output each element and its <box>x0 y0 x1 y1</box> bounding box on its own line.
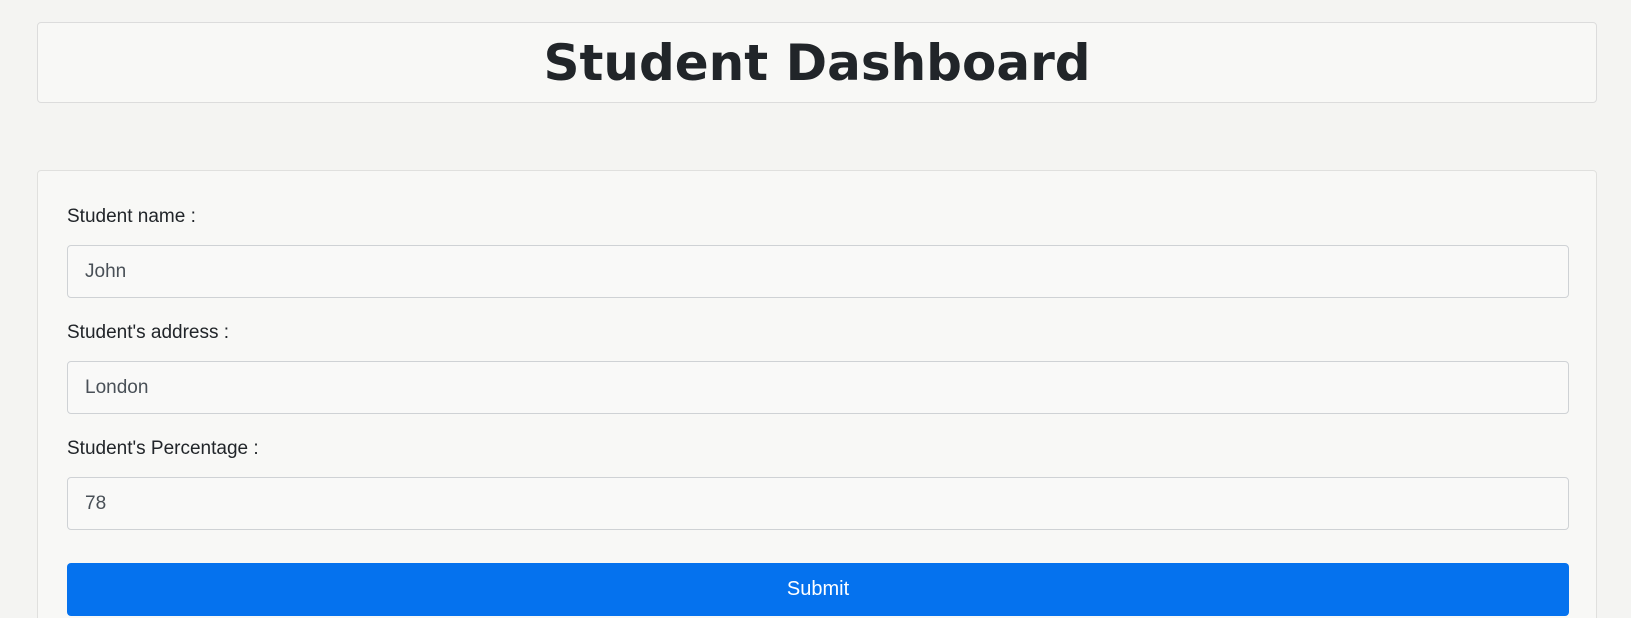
submit-button[interactable]: Submit <box>67 563 1569 616</box>
student-percentage-input[interactable] <box>67 477 1569 530</box>
student-name-label: Student name : <box>67 206 196 227</box>
page-title: Student Dashboard <box>543 33 1091 92</box>
student-address-group: Student's address : <box>67 321 1569 414</box>
student-percentage-group: Student's Percentage : <box>67 437 1569 530</box>
student-name-input[interactable] <box>67 245 1569 298</box>
student-percentage-label: Student's Percentage : <box>67 438 259 459</box>
student-address-label: Student's address : <box>67 322 230 343</box>
student-form: Student name : Student's address : Stude… <box>37 170 1597 618</box>
header-card: Student Dashboard <box>37 22 1597 103</box>
student-address-input[interactable] <box>67 361 1569 414</box>
student-name-group: Student name : <box>67 205 1569 298</box>
